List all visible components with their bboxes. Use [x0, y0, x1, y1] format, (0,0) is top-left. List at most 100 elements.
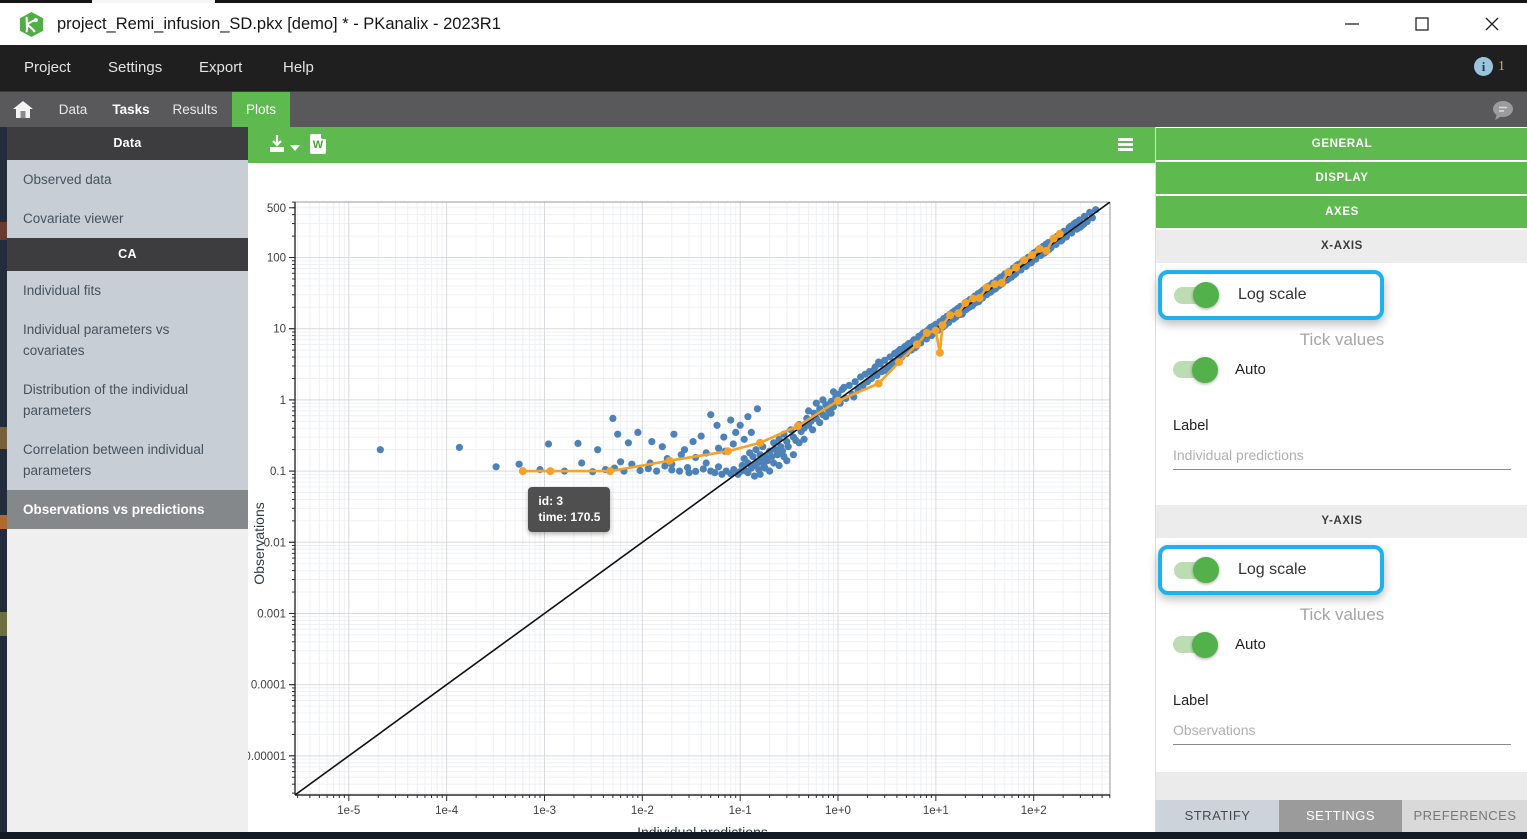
y-axis-auto-label: Auto: [1235, 636, 1266, 653]
svg-text:500: 500: [267, 203, 286, 215]
section-general[interactable]: GENERAL: [1156, 128, 1527, 160]
sidebar-item-observed-data[interactable]: Observed data: [7, 160, 248, 199]
tab-results[interactable]: Results: [170, 92, 220, 128]
tab-tasks[interactable]: Tasks: [110, 92, 152, 128]
menu-bar: Project Settings Export Help i 1: [0, 45, 1527, 91]
sidebar-data-list: Observed data Covariate viewer: [7, 160, 248, 238]
x-axis-log-scale-highlight: Log scale: [1158, 270, 1384, 320]
chart-tooltip: id: 3 time: 170.5: [528, 487, 610, 532]
background-blip: [0, 515, 7, 529]
background-window-edge-left: [0, 127, 7, 839]
sidebar-ca-list: Individual fits Individual parameters vs…: [7, 271, 248, 529]
footer-tab-preferences[interactable]: PREFERENCES: [1402, 800, 1527, 832]
y-axis-tick-values-label: Tick values: [1156, 605, 1527, 625]
main-tab-bar: Data Tasks Results Plots: [0, 91, 1527, 127]
svg-text:0.001: 0.001: [257, 608, 286, 620]
background-blip: [0, 222, 7, 240]
plot-panel: W 1e-51e-41e-31e-21e-11e+01e+11e+2500100…: [248, 127, 1155, 832]
desktop-background: project_Remi_infusion_SD.pkx [demo] * - …: [0, 0, 1527, 839]
menu-settings[interactable]: Settings: [108, 45, 162, 91]
sidebar-item-individual-parameters-vs-covariates[interactable]: Individual parameters vs covariates: [7, 310, 248, 370]
sidebar-item-correlation-between-individual-parameters[interactable]: Correlation between individual parameter…: [7, 430, 248, 490]
toggle-knob: [1193, 557, 1219, 583]
sidebar-item-observations-vs-predictions[interactable]: Observations vs predictions: [7, 490, 248, 529]
svg-text:Observations: Observations: [251, 502, 267, 584]
toggle-knob: [1193, 282, 1219, 308]
y-axis-log-scale-highlight: Log scale: [1158, 545, 1384, 595]
sidebar-item-covariate-viewer[interactable]: Covariate viewer: [7, 199, 248, 238]
svg-text:1e-4: 1e-4: [435, 805, 459, 817]
panel-divider-band: [1156, 772, 1527, 800]
notification-badge[interactable]: i 1: [1474, 57, 1505, 76]
y-axis-label-input[interactable]: [1173, 720, 1511, 745]
y-axis-log-scale-toggle[interactable]: [1174, 562, 1216, 579]
x-axis-label-caption: Label: [1173, 418, 1208, 434]
sidebar-section-data: Data: [7, 127, 248, 160]
svg-text:Individual predictions: Individual predictions: [637, 824, 768, 832]
svg-text:100: 100: [267, 253, 286, 265]
svg-text:1e+1: 1e+1: [923, 805, 949, 817]
toggle-knob: [1192, 632, 1218, 658]
svg-text:1e+0: 1e+0: [825, 805, 851, 817]
caret-down-icon[interactable]: [290, 140, 300, 158]
info-icon: i: [1474, 57, 1493, 76]
sidebar-filler: [7, 529, 248, 832]
y-axis-auto-toggle[interactable]: [1173, 636, 1215, 653]
y-axis-log-scale-label: Log scale: [1238, 561, 1307, 579]
svg-text:0.0001: 0.0001: [251, 680, 286, 692]
x-axis-log-scale-toggle[interactable]: [1174, 287, 1216, 304]
background-blip: [0, 427, 7, 449]
sidebar-item-individual-fits[interactable]: Individual fits: [7, 271, 248, 310]
menu-export[interactable]: Export: [199, 45, 242, 91]
word-glyph: W: [313, 139, 323, 151]
x-axis-auto-label: Auto: [1235, 361, 1266, 378]
close-button[interactable]: [1457, 3, 1527, 45]
background-window-edge-bottom: [0, 832, 1527, 839]
subsection-x-axis[interactable]: X-AXIS: [1156, 230, 1527, 263]
y-axis-auto-row: Auto: [1173, 636, 1266, 653]
tab-plots[interactable]: Plots: [232, 92, 290, 128]
pkanalix-logo-icon: [18, 11, 45, 38]
word-export-icon[interactable]: W: [310, 134, 326, 154]
comment-bubble-icon[interactable]: [1491, 100, 1515, 126]
section-display[interactable]: DISPLAY: [1156, 162, 1527, 194]
svg-text:1e-5: 1e-5: [337, 805, 360, 817]
home-icon[interactable]: [12, 99, 34, 126]
minimize-button[interactable]: [1317, 3, 1387, 45]
x-axis-auto-toggle[interactable]: [1173, 361, 1215, 378]
tooltip-id-line: id: 3: [538, 493, 600, 509]
menu-help[interactable]: Help: [283, 45, 314, 91]
hamburger-menu-icon[interactable]: [1118, 138, 1133, 153]
svg-text:0.1: 0.1: [270, 466, 286, 478]
footer-tab-stratify[interactable]: STRATIFY: [1156, 800, 1279, 832]
title-bar: project_Remi_infusion_SD.pkx [demo] * - …: [0, 3, 1527, 45]
notification-count: 1: [1498, 59, 1505, 75]
x-axis-log-scale-label: Log scale: [1238, 286, 1307, 304]
page-fold: [321, 133, 327, 139]
x-axis-label-input[interactable]: [1173, 445, 1511, 470]
menu-project[interactable]: Project: [24, 45, 71, 91]
footer-tab-settings[interactable]: SETTINGS: [1279, 800, 1402, 832]
observations-vs-predictions-chart[interactable]: 1e-5 1e-4 1e-3 1e-2 1e-1 1e+0 1e+1 1e+2 500 100 10…: [248, 163, 1155, 832]
sidebar-section-ca: CA: [7, 238, 248, 271]
svg-text:1e-2: 1e-2: [631, 805, 654, 817]
subsection-y-axis[interactable]: Y-AXIS: [1156, 505, 1527, 538]
svg-text:0.00001: 0.00001: [248, 751, 286, 763]
maximize-button[interactable]: [1387, 3, 1457, 45]
x-axis-auto-row: Auto: [1173, 361, 1266, 378]
y-axis-label-caption: Label: [1173, 693, 1208, 709]
download-icon[interactable]: [268, 134, 286, 159]
tooltip-time-line: time: 170.5: [538, 509, 600, 525]
svg-text:1e+2: 1e+2: [1021, 805, 1047, 817]
window-title: project_Remi_infusion_SD.pkx [demo] * - …: [57, 15, 501, 34]
svg-text:10: 10: [273, 324, 286, 336]
settings-panel: GENERAL DISPLAY AXES X-AXIS Log scale Ti…: [1155, 127, 1527, 832]
sidebar-item-distribution-of-individual-parameters[interactable]: Distribution of the individual parameter…: [7, 370, 248, 430]
background-blip: [0, 612, 7, 636]
svg-text:1e-1: 1e-1: [729, 805, 752, 817]
svg-text:1e-3: 1e-3: [533, 805, 556, 817]
x-axis-tick-values-label: Tick values: [1156, 330, 1527, 350]
section-axes[interactable]: AXES: [1156, 196, 1527, 228]
tab-data[interactable]: Data: [55, 92, 91, 128]
toggle-knob: [1192, 357, 1218, 383]
